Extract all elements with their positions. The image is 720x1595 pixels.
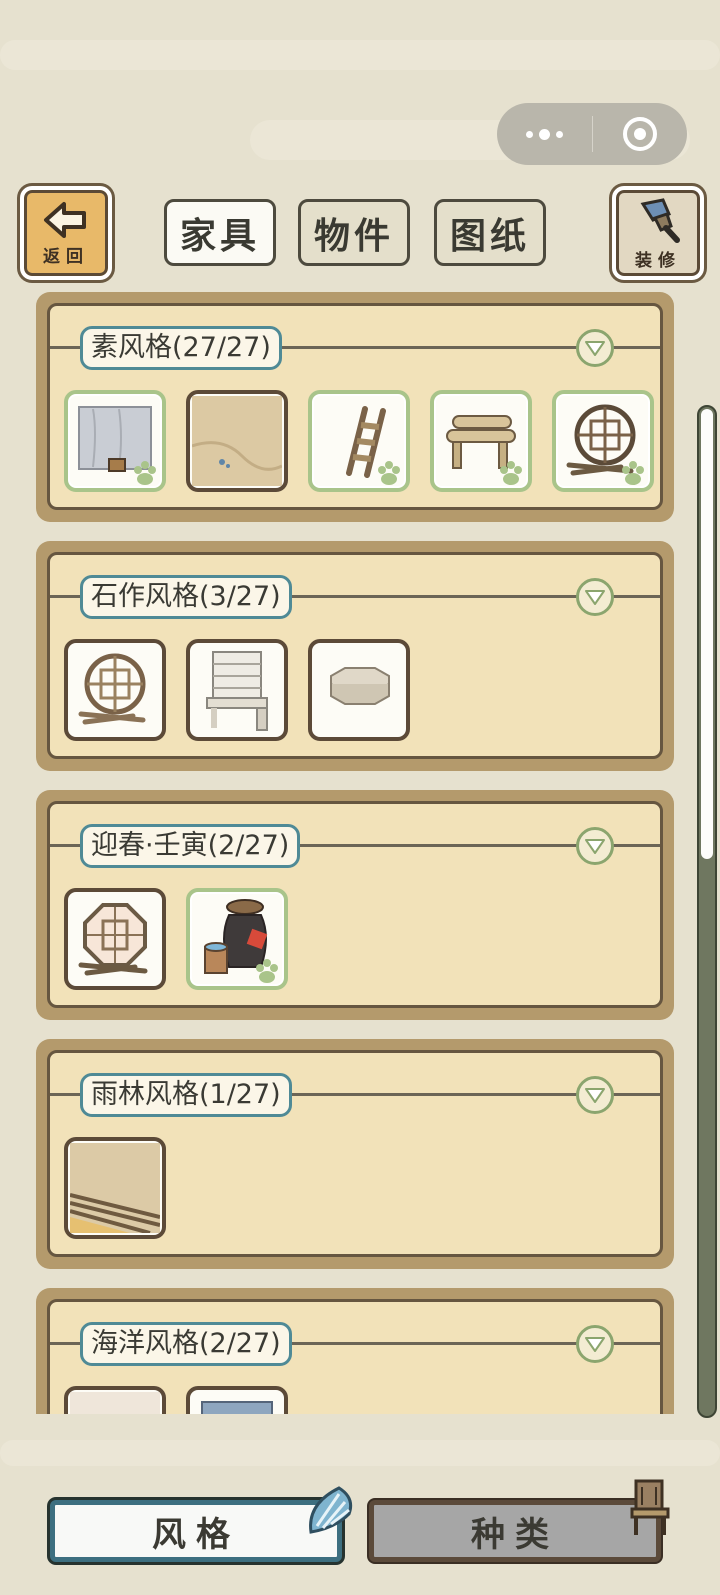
triangle-down-icon [585, 1088, 605, 1103]
scrollbar-thumb[interactable] [701, 409, 713, 859]
triangle-down-icon [585, 1337, 605, 1352]
collapse-toggle-button[interactable] [576, 1325, 614, 1363]
frog-paw-icon [134, 461, 156, 485]
furniture-item[interactable] [186, 639, 288, 741]
furniture-item[interactable] [552, 390, 654, 492]
style-list[interactable]: 素风格(27/27) 石作风格(3/27) 迎春·壬寅(2/27) 雨林风格(1… [0, 292, 690, 1414]
style-section: 海洋风格(2/27) [36, 1288, 674, 1414]
furniture-item[interactable] [64, 888, 166, 990]
furniture-item[interactable] [186, 1386, 288, 1414]
scrollbar-track[interactable] [697, 405, 717, 1418]
furniture-item[interactable] [64, 639, 166, 741]
close-mini-program-button[interactable] [593, 103, 688, 165]
furniture-item[interactable] [308, 639, 410, 741]
section-title: 海洋风格(2/27) [80, 1322, 292, 1366]
wooden-floor-icon [70, 1143, 160, 1233]
tab-category[interactable]: 种类 [369, 1500, 661, 1562]
stone-table-icon [330, 667, 390, 705]
furniture-item[interactable] [64, 1137, 166, 1239]
tab-blueprints[interactable]: 图纸 [434, 199, 546, 266]
back-button[interactable]: 返回 [20, 186, 112, 280]
tab-furniture[interactable]: 家具 [164, 199, 276, 266]
chair-icon [630, 1479, 670, 1535]
section-title: 素风格(27/27) [80, 326, 282, 370]
stone-shelf-icon [206, 651, 268, 731]
decorate-label: 装修 [635, 250, 681, 271]
section-title: 石作风格(3/27) [80, 575, 292, 619]
frog-paw-icon [500, 461, 522, 485]
collapse-toggle-button[interactable] [576, 329, 614, 367]
sandy-floor-icon [192, 396, 282, 486]
target-icon [622, 117, 657, 151]
blue-rug-icon [201, 1401, 273, 1414]
frog-paw-icon [378, 461, 400, 485]
paint-brush-icon [640, 197, 680, 243]
style-section: 石作风格(3/27) [36, 541, 674, 771]
tab-objects[interactable]: 物件 [298, 199, 410, 266]
furniture-item[interactable] [186, 390, 288, 492]
seashell-icon [309, 1486, 353, 1534]
furniture-item[interactable] [430, 390, 532, 492]
mini-program-capsule [497, 103, 687, 165]
round-lattice-window-icon [78, 653, 146, 725]
style-section: 雨林风格(1/27) [36, 1039, 674, 1269]
furniture-item[interactable] [64, 390, 166, 492]
section-title: 迎春·壬寅(2/27) [80, 824, 301, 868]
furniture-item[interactable] [308, 390, 410, 492]
pale-floor-icon [70, 1392, 160, 1414]
furniture-item[interactable] [186, 888, 288, 990]
furniture-item[interactable] [64, 1386, 166, 1414]
background-streak [0, 1440, 720, 1466]
triangle-down-icon [585, 590, 605, 605]
tab-style[interactable]: 风格 [50, 1500, 342, 1562]
style-section: 素风格(27/27) [36, 292, 674, 522]
section-title: 雨林风格(1/27) [80, 1073, 292, 1117]
more-dots-icon [525, 128, 563, 140]
triangle-down-icon [585, 839, 605, 854]
back-label: 返回 [43, 246, 89, 267]
triangle-down-icon [585, 341, 605, 356]
more-menu-button[interactable] [497, 103, 592, 165]
collapse-toggle-button[interactable] [576, 827, 614, 865]
octagonal-window-icon [78, 903, 148, 976]
collapse-toggle-button[interactable] [576, 1076, 614, 1114]
background-streak [0, 40, 720, 70]
style-section: 迎春·壬寅(2/27) [36, 790, 674, 1020]
frog-paw-icon [256, 959, 278, 983]
frog-paw-icon [622, 461, 644, 485]
decorate-button[interactable]: 装修 [612, 186, 704, 280]
collapse-toggle-button[interactable] [576, 578, 614, 616]
back-arrow-icon [44, 201, 86, 238]
